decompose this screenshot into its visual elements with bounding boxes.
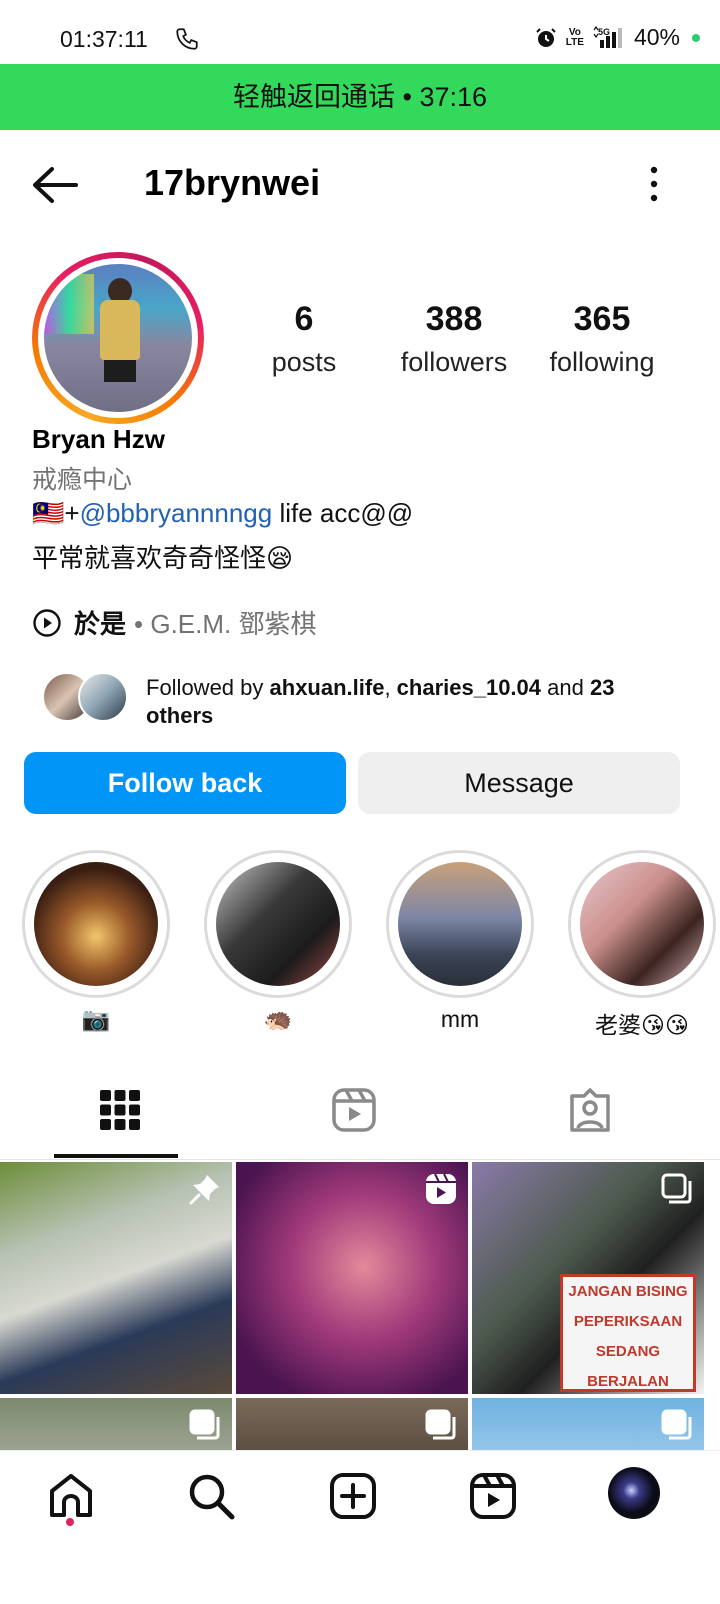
bio-line-1: 🇲🇾+@bbbryannnngg life acc@@ [32, 498, 413, 529]
highlight-cover [580, 862, 704, 986]
post-thumbnail[interactable] [236, 1398, 468, 1452]
profile-music[interactable]: 於是 • G.E.M. 鄧紫棋 [32, 604, 316, 641]
highlight-cover [216, 862, 340, 986]
highlight-label: 📷 [81, 1006, 111, 1032]
post-thumbnail[interactable] [0, 1398, 232, 1452]
music-artist: • G.E.M. 鄧紫棋 [134, 609, 317, 639]
followed-by-text: Followed by ahxuan.life, charies_10.04 a… [146, 675, 615, 728]
following-count: 365 [573, 300, 631, 338]
post-thumbnail[interactable] [236, 1162, 468, 1394]
highlight-label: 🦔 [263, 1006, 293, 1032]
followers-stat[interactable]: 388 followers [394, 300, 514, 378]
carousel-icon [425, 1409, 456, 1440]
reel-indicator-icon [426, 1173, 456, 1204]
volte-icon: Vo LTE [565, 26, 584, 48]
home-icon[interactable] [46, 1471, 96, 1521]
bio-suffix: life acc@@ [272, 498, 414, 528]
tab-posts-grid[interactable] [0, 1076, 240, 1160]
signal-5g-icon: 5G [593, 25, 622, 48]
following-stat[interactable]: 365 following [544, 300, 660, 378]
follow-back-button[interactable]: Follow back [24, 752, 346, 814]
profile-avatar-story-ring[interactable] [32, 252, 204, 424]
back-arrow-icon[interactable] [30, 164, 80, 206]
profile-header: 17brynwei [0, 130, 720, 240]
status-bar: 01:37:11 Vo LTE 5G 40% [0, 0, 720, 64]
highlight-item[interactable]: mm [386, 850, 534, 1040]
status-time: 01:37:11 [60, 26, 148, 52]
highlight-cover [34, 862, 158, 986]
highlight-label: 老婆😘😘 [595, 1012, 689, 1038]
tab-reels[interactable] [234, 1076, 474, 1160]
story-highlights: 📷 🦔 mm 老婆😘😘 [0, 850, 720, 1040]
carousel-icon [189, 1409, 220, 1440]
post-thumbnail[interactable]: JANGAN BISING PEPERIKSAAN SEDANG BERJALA… [472, 1162, 704, 1394]
mutual-follower-1: ahxuan.life [269, 675, 385, 700]
post-thumbnail[interactable] [0, 1162, 232, 1394]
music-song-title: 於是 [74, 609, 127, 639]
home-notification-dot [66, 1518, 74, 1526]
highlight-label: mm [440, 1006, 480, 1032]
reels-icon [332, 1088, 376, 1132]
mutual-followers[interactable]: Followed by ahxuan.life, charies_10.04 a… [42, 672, 682, 728]
highlight-cover [398, 862, 522, 986]
posts-label: posts [271, 347, 337, 377]
highlight-item[interactable]: 老婆😘😘 [568, 850, 716, 1040]
tab-tagged[interactable] [470, 1076, 710, 1160]
active-tab-indicator [54, 1154, 178, 1158]
post-thumbnail[interactable] [472, 1398, 704, 1452]
more-options-icon[interactable] [644, 164, 664, 204]
carousel-icon [661, 1173, 692, 1204]
profile-category: 戒瘾中心 [32, 466, 133, 494]
privacy-indicator-dot [692, 33, 700, 42]
posts-stat[interactable]: 6 posts [266, 300, 342, 378]
tagged-person-icon [570, 1088, 610, 1132]
highlight-item[interactable]: 📷 [22, 850, 170, 1040]
post-sign-image: JANGAN BISING PEPERIKSAAN SEDANG BERJALA… [560, 1274, 696, 1392]
status-right: Vo LTE 5G 40% [534, 24, 700, 51]
following-label: following [549, 347, 655, 377]
alarm-icon [536, 27, 556, 47]
followers-count: 388 [425, 300, 483, 338]
bottom-navigation [0, 1450, 720, 1540]
play-circle-icon [33, 608, 61, 637]
my-profile-avatar[interactable] [608, 1467, 660, 1519]
mutual-follower-avatar [78, 672, 128, 722]
bio-flag-prefix: 🇲🇾+ [32, 498, 80, 528]
profile-avatar [44, 264, 192, 412]
profile-content-tabs [0, 1076, 720, 1160]
bio-mention-link[interactable]: @bbbryannnngg [80, 498, 273, 528]
profile-username: 17brynwei [144, 162, 321, 203]
reels-icon[interactable] [468, 1471, 518, 1521]
create-post-icon[interactable] [328, 1471, 378, 1521]
pinned-icon [189, 1175, 219, 1205]
phone-call-icon [176, 28, 198, 50]
profile-full-name: Bryan Hzw [32, 424, 165, 454]
search-icon[interactable] [186, 1471, 236, 1521]
posts-count: 6 [294, 300, 314, 338]
mutual-follower-2: charies_10.04 [396, 675, 542, 700]
grid-icon [100, 1090, 140, 1130]
followers-label: followers [400, 347, 508, 377]
highlight-item[interactable]: 🦔 [204, 850, 352, 1040]
return-to-call-banner[interactable]: 轻触返回通话 • 37:16 [0, 64, 720, 130]
bio-line-2: 平常就喜欢奇奇怪怪😪 [32, 543, 294, 573]
carousel-icon [661, 1409, 692, 1440]
message-button[interactable]: Message [358, 752, 680, 814]
svg-text:5G: 5G [598, 27, 610, 37]
posts-grid: JANGAN BISING PEPERIKSAAN SEDANG BERJALA… [0, 1162, 720, 1452]
battery-percent: 40% [633, 24, 680, 50]
